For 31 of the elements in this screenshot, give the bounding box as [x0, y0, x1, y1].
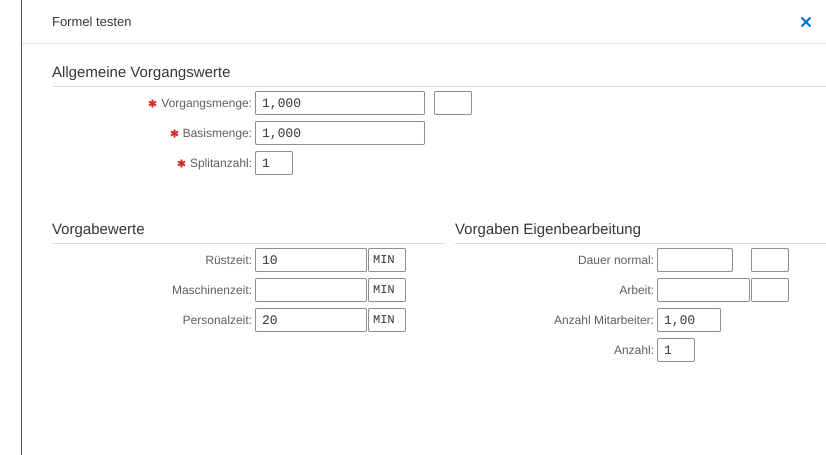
field-label: Basismenge:: [182, 126, 252, 140]
input-field[interactable]: [657, 248, 733, 272]
input-field[interactable]: [657, 278, 750, 302]
field-label: Dauer normal:: [578, 253, 654, 267]
section-title: Allgemeine Vorgangswerte: [52, 64, 826, 87]
field-label: Anzahl Mitarbeiter:: [554, 313, 654, 327]
unit-field[interactable]: MIN: [368, 308, 406, 332]
dialog-title: Formel testen: [52, 14, 132, 29]
input-field[interactable]: 20: [255, 308, 367, 332]
unit-field[interactable]: MIN: [368, 278, 406, 302]
close-icon[interactable]: [798, 14, 814, 30]
input-field[interactable]: 1,00: [657, 308, 721, 332]
input-field[interactable]: 1,000: [255, 121, 425, 145]
unit-field[interactable]: [751, 278, 789, 302]
field-label: Vorgangsmenge:: [161, 96, 252, 110]
field-label: Arbeit:: [619, 283, 654, 297]
input-field[interactable]: 10: [255, 248, 367, 272]
section-title: Vorgabewerte: [52, 221, 445, 244]
field-label: Anzahl:: [614, 343, 654, 357]
input-field[interactable]: 1: [255, 151, 293, 175]
field-label: Personalzeit:: [182, 313, 252, 327]
field-label: Maschinenzeit:: [172, 283, 252, 297]
field-label: Rüstzeit:: [205, 253, 252, 267]
input-field[interactable]: 1,000: [255, 91, 425, 115]
field-label: Splitanzahl:: [190, 156, 252, 170]
section-title: Vorgaben Eigenbearbeitung: [455, 221, 826, 244]
unit-field[interactable]: MIN: [368, 248, 406, 272]
input-field[interactable]: [255, 278, 367, 302]
unit-field[interactable]: [751, 248, 789, 272]
unit-field[interactable]: [434, 91, 472, 115]
input-field[interactable]: 1: [657, 338, 695, 362]
